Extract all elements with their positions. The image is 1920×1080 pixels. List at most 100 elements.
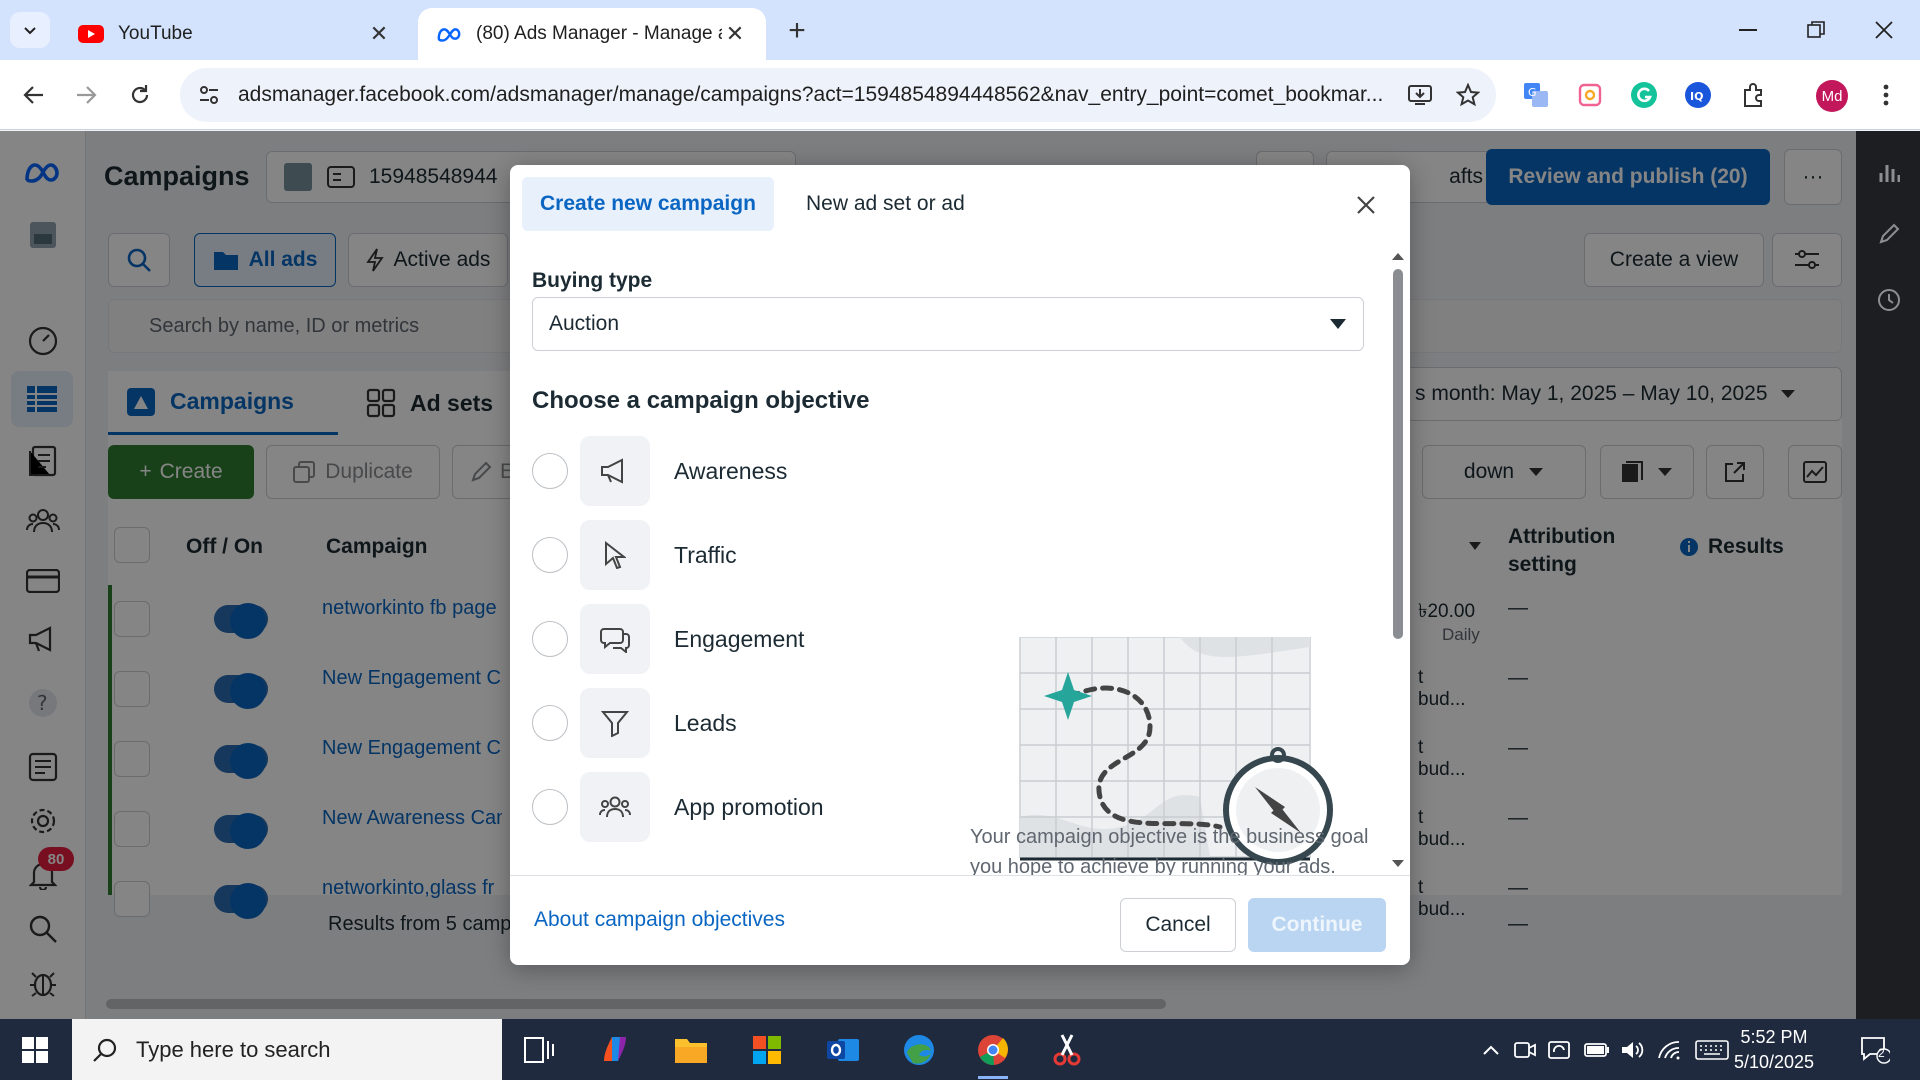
- tab-search-button[interactable]: [10, 12, 50, 48]
- taskbar-search-input[interactable]: Type here to search: [72, 1019, 502, 1080]
- pencil-icon[interactable]: [1876, 221, 1902, 247]
- close-window-icon[interactable]: [1862, 10, 1906, 50]
- tab-create-new-campaign[interactable]: Create new campaign: [522, 177, 774, 231]
- screenshot-extension-icon[interactable]: [1572, 77, 1608, 113]
- close-icon[interactable]: [1348, 187, 1384, 223]
- objective-label: Leads: [674, 709, 737, 736]
- dialog-scrollbar[interactable]: [1390, 247, 1406, 875]
- objective-radio[interactable]: [532, 621, 568, 657]
- new-tab-button[interactable]: +: [780, 14, 814, 48]
- tray-chevron-up-icon[interactable]: [1478, 1037, 1504, 1063]
- continue-button[interactable]: Continue: [1248, 898, 1386, 952]
- objective-label: Traffic: [674, 541, 737, 568]
- minimize-icon[interactable]: [1726, 10, 1770, 50]
- people-icon: [580, 772, 650, 842]
- meet-now-icon[interactable]: [1512, 1037, 1538, 1063]
- about-objectives-link[interactable]: About campaign objectives: [534, 908, 785, 932]
- copilot-icon[interactable]: [592, 1027, 638, 1073]
- task-view-icon[interactable]: [516, 1027, 562, 1073]
- objective-description: Your campaign objective is the business …: [970, 826, 1369, 875]
- right-rail: [1856, 131, 1920, 1019]
- windows-start-icon[interactable]: [0, 1019, 70, 1080]
- objective-label: Awareness: [674, 457, 788, 484]
- scroll-down-arrow-icon[interactable]: [1390, 859, 1406, 869]
- funnel-icon: [580, 688, 650, 758]
- clock-date: 5/10/2025: [1733, 1052, 1815, 1072]
- objective-radio[interactable]: [532, 537, 568, 573]
- tab-title: (80) Ads Manager - Manage ad: [476, 23, 722, 44]
- objective-option[interactable]: Leads: [532, 687, 892, 759]
- clock-time: 5:52 PM: [1740, 1027, 1808, 1047]
- tab-title: YouTube: [118, 23, 193, 44]
- objective-label: Engagement: [674, 625, 805, 652]
- chevron-down-icon: [24, 27, 36, 35]
- objective-radio[interactable]: [532, 705, 568, 741]
- sync-icon[interactable]: [1546, 1037, 1572, 1063]
- youtube-icon: [78, 21, 104, 47]
- forward-icon[interactable]: [66, 75, 106, 115]
- objective-radio[interactable]: [532, 789, 568, 825]
- svg-text:G: G: [1528, 86, 1537, 99]
- tab-youtube[interactable]: YouTube ✕: [60, 8, 410, 60]
- url-text[interactable]: adsmanager.facebook.com/adsmanager/manag…: [238, 83, 1400, 107]
- dialog-body: Buying type Auction Choose a campaign ob…: [510, 247, 1410, 875]
- edge-browser-icon[interactable]: [896, 1027, 942, 1073]
- taskbar-clock[interactable]: 5:52 PM 5/10/2025: [1724, 1025, 1824, 1075]
- volume-icon[interactable]: [1620, 1037, 1646, 1063]
- close-tab-icon[interactable]: ✕: [722, 21, 748, 47]
- close-tab-icon[interactable]: ✕: [366, 21, 392, 47]
- objective-section-title: Choose a campaign objective: [532, 387, 870, 414]
- wifi-icon[interactable]: [1656, 1037, 1682, 1063]
- battery-icon[interactable]: [1584, 1037, 1610, 1063]
- reload-icon[interactable]: [120, 75, 160, 115]
- buying-type-value: Auction: [549, 312, 620, 335]
- translate-icon[interactable]: G: [1518, 77, 1554, 113]
- svg-text:IQ: IQ: [1690, 90, 1703, 103]
- tab-new-ad-set-or-ad[interactable]: New ad set or ad: [788, 177, 983, 231]
- microsoft-store-icon[interactable]: [744, 1027, 790, 1073]
- snipping-tool-icon[interactable]: [1044, 1027, 1090, 1073]
- taskbar-search-placeholder: Type here to search: [136, 1036, 331, 1062]
- restore-icon[interactable]: [1794, 10, 1838, 50]
- dialog-footer: About campaign objectives Cancel Continu…: [510, 875, 1410, 965]
- buying-type-select[interactable]: Auction: [532, 297, 1364, 351]
- address-bar[interactable]: adsmanager.facebook.com/adsmanager/manag…: [180, 68, 1496, 122]
- objective-label: App promotion: [674, 793, 824, 820]
- objective-option[interactable]: Traffic: [532, 519, 892, 591]
- history-clock-icon[interactable]: [1876, 287, 1902, 313]
- create-campaign-dialog: Create new campaign New ad set or ad Buy…: [510, 165, 1410, 965]
- scroll-up-arrow-icon[interactable]: [1390, 251, 1406, 261]
- outlook-icon[interactable]: [820, 1027, 866, 1073]
- chat-bubbles-icon: [580, 604, 650, 674]
- scroll-thumb[interactable]: [1393, 269, 1403, 639]
- extension-badge-icon[interactable]: IQ: [1680, 77, 1716, 113]
- meta-icon: [436, 21, 462, 47]
- bookmark-star-icon[interactable]: [1448, 75, 1488, 115]
- caret-down-icon: [1330, 319, 1346, 329]
- chrome-browser-icon[interactable]: [970, 1027, 1016, 1079]
- objective-option[interactable]: App promotion: [532, 771, 892, 843]
- buying-type-label: Buying type: [532, 269, 653, 292]
- browser-tab-bar: YouTube ✕ (80) Ads Manager - Manage ad ✕…: [0, 0, 1920, 60]
- file-explorer-icon[interactable]: [668, 1027, 714, 1073]
- objective-radio[interactable]: [532, 453, 568, 489]
- browser-menu-icon[interactable]: [1868, 77, 1904, 113]
- objective-option[interactable]: Awareness: [532, 435, 892, 507]
- notification-center-icon[interactable]: 2: [1858, 1033, 1892, 1067]
- cursor-icon: [580, 520, 650, 590]
- bar-chart-icon[interactable]: [1876, 159, 1902, 185]
- browser-toolbar: adsmanager.facebook.com/adsmanager/manag…: [0, 60, 1920, 130]
- cancel-button[interactable]: Cancel: [1120, 898, 1236, 952]
- megaphone-icon: [580, 436, 650, 506]
- install-app-icon[interactable]: [1400, 75, 1440, 115]
- search-icon: [93, 1038, 117, 1062]
- grammarly-icon[interactable]: [1626, 77, 1662, 113]
- notification-count: 2: [1878, 1046, 1885, 1060]
- back-icon[interactable]: [14, 75, 54, 115]
- tab-ads-manager[interactable]: (80) Ads Manager - Manage ad ✕: [418, 8, 766, 60]
- extensions-puzzle-icon[interactable]: [1736, 77, 1772, 113]
- profile-avatar[interactable]: Md: [1816, 80, 1848, 112]
- site-settings-icon[interactable]: [188, 74, 230, 116]
- windows-taskbar: Type here to search 5:52 PM 5/10/2025 2: [0, 1019, 1920, 1080]
- objective-option[interactable]: Engagement: [532, 603, 892, 675]
